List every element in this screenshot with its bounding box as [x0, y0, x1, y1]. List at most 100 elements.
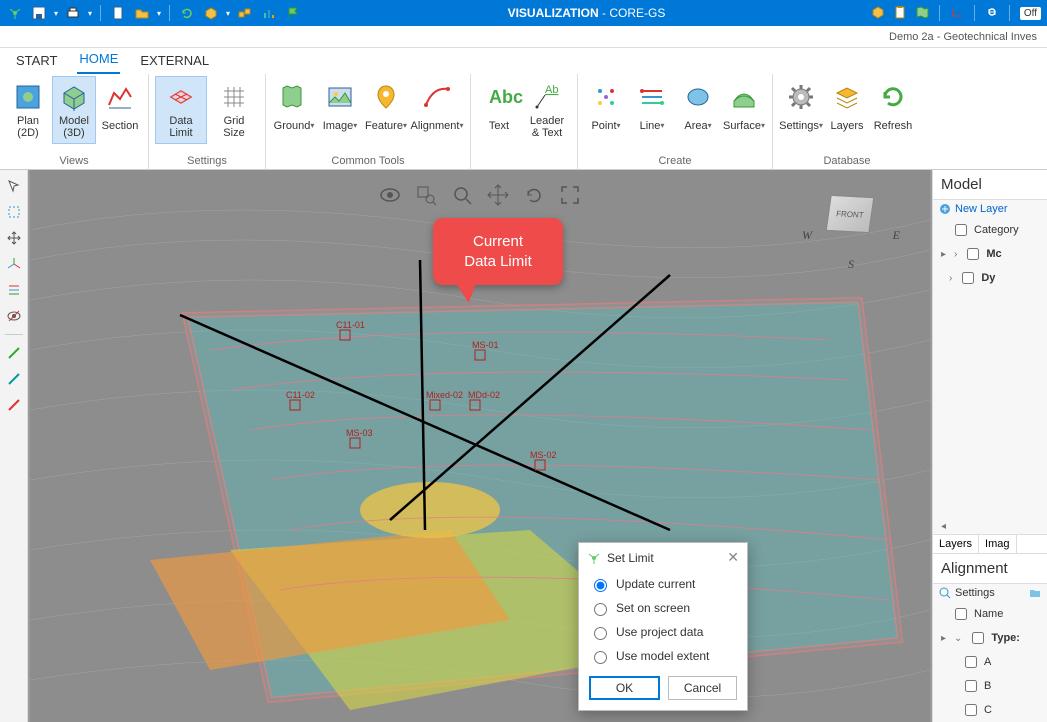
- orbit-icon[interactable]: [521, 182, 547, 208]
- refresh-icon[interactable]: [178, 4, 196, 22]
- line-teal-icon[interactable]: [4, 369, 24, 389]
- section-button[interactable]: Section: [98, 76, 142, 142]
- clipboard-icon[interactable]: [893, 5, 907, 22]
- image-button[interactable]: Image▾: [318, 76, 362, 142]
- model-3d-icon: [58, 81, 90, 113]
- tab-images[interactable]: Imag: [979, 535, 1016, 553]
- alignment-panel-title: Alignment: [933, 554, 1047, 584]
- cancel-button[interactable]: Cancel: [668, 676, 737, 700]
- svg-text:Abc: Abc: [489, 87, 523, 107]
- zoom-icon[interactable]: [449, 182, 475, 208]
- area-button[interactable]: Area▾: [676, 76, 720, 142]
- group-common-tools: Ground▾ Image▾ Feature▾ Alignment▾ Commo…: [266, 74, 471, 169]
- data-limit-button[interactable]: Data Limit: [155, 76, 207, 144]
- ribbon-tabs: START HOME EXTERNAL: [0, 48, 1047, 74]
- close-icon[interactable]: ✕: [727, 549, 739, 566]
- type-c-row[interactable]: C: [933, 698, 1047, 722]
- open-folder-icon[interactable]: [133, 4, 151, 22]
- opt-set-on-screen[interactable]: Set on screen: [579, 596, 747, 620]
- app-icon[interactable]: [6, 4, 24, 22]
- nav-cube[interactable]: FRONT W E S: [806, 188, 896, 278]
- print-icon[interactable]: [64, 4, 82, 22]
- titlebar: ▾ ▾ ▾ ▾ VISUALIZATION - CORE-GS Off: [0, 0, 1047, 26]
- viewport-3d[interactable]: C11-01 MS-01 C11-02 Mixed-02 MDd-02 MS-0…: [28, 170, 932, 722]
- chart-icon[interactable]: [260, 4, 278, 22]
- opt-use-model-extent[interactable]: Use model extent: [579, 644, 747, 668]
- svg-text:MS-01: MS-01: [472, 340, 499, 350]
- list-icon[interactable]: [4, 280, 24, 300]
- move-icon[interactable]: [4, 228, 24, 248]
- pan-icon[interactable]: [485, 182, 511, 208]
- name-row[interactable]: Name: [933, 602, 1047, 626]
- save-icon[interactable]: [30, 4, 48, 22]
- grid-size-icon: [218, 81, 250, 113]
- tab-external[interactable]: EXTERNAL: [138, 49, 211, 74]
- ground-button[interactable]: Ground▾: [272, 76, 316, 142]
- plus-icon: [939, 203, 951, 215]
- right-panels: Model New Layer Category ▸›Mc ›Dy ◂ Laye…: [932, 170, 1047, 722]
- grid-size-button[interactable]: Grid Size: [209, 76, 259, 144]
- cursor-icon[interactable]: [4, 176, 24, 196]
- group-database: Settings▾ Layers Refresh Database: [773, 74, 921, 169]
- compass-s[interactable]: S: [848, 257, 854, 272]
- map-icon[interactable]: [915, 5, 929, 22]
- dy-row[interactable]: ›Dy: [933, 266, 1047, 290]
- ok-button[interactable]: OK: [589, 676, 660, 700]
- layers-button[interactable]: Layers: [825, 76, 869, 142]
- group-create: Point▾ Line▾ Area▾ Surface▾ Create: [578, 74, 773, 169]
- ribbon: Plan (2D) Model (3D) Section Views Data …: [0, 74, 1047, 170]
- axes-3d-icon[interactable]: [4, 254, 24, 274]
- compass-w[interactable]: W: [802, 228, 812, 243]
- text-button[interactable]: Abc Text: [477, 76, 521, 142]
- boxes-icon[interactable]: [236, 4, 254, 22]
- leader-text-button[interactable]: Ab Leader & Text: [523, 76, 571, 144]
- data-limit-icon: [165, 81, 197, 113]
- line-green-icon[interactable]: [4, 343, 24, 363]
- type-row[interactable]: ▸⌄Type:: [933, 626, 1047, 650]
- model-panel-tabs: Layers Imag: [933, 534, 1047, 554]
- image-icon: [324, 81, 356, 113]
- dialog-title: Set Limit ✕: [579, 543, 747, 572]
- mc-row[interactable]: ▸›Mc: [933, 242, 1047, 266]
- type-a-row[interactable]: A: [933, 650, 1047, 674]
- select-rect-icon[interactable]: [4, 202, 24, 222]
- area-icon: [682, 81, 714, 113]
- category-row[interactable]: Category: [933, 218, 1047, 242]
- eye-off-icon[interactable]: [4, 306, 24, 326]
- zoom-window-icon[interactable]: [413, 182, 439, 208]
- db-settings-button[interactable]: Settings▾: [779, 76, 823, 142]
- package-icon[interactable]: [871, 5, 885, 22]
- opt-use-project-data[interactable]: Use project data: [579, 620, 747, 644]
- alignment-button[interactable]: Alignment▾: [410, 76, 464, 142]
- tab-home[interactable]: HOME: [77, 47, 120, 74]
- fullscreen-icon[interactable]: [557, 182, 583, 208]
- opt-update-current[interactable]: Update current: [579, 572, 747, 596]
- type-b-row[interactable]: B: [933, 674, 1047, 698]
- line-button[interactable]: Line▾: [630, 76, 674, 142]
- axes-icon[interactable]: [950, 5, 964, 22]
- group-text: Abc Text Ab Leader & Text: [471, 74, 578, 169]
- surface-button[interactable]: Surface▾: [722, 76, 766, 142]
- eye-icon[interactable]: [377, 182, 403, 208]
- new-file-icon[interactable]: [109, 4, 127, 22]
- flag-icon[interactable]: [284, 4, 302, 22]
- tab-layers[interactable]: Layers: [933, 535, 979, 553]
- align-settings-button[interactable]: Settings: [933, 584, 1047, 602]
- model-3d-button[interactable]: Model (3D): [52, 76, 96, 144]
- point-button[interactable]: Point▾: [584, 76, 628, 142]
- nav-cube-face[interactable]: FRONT: [826, 195, 875, 233]
- compass-e[interactable]: E: [893, 228, 900, 243]
- left-toolbar: [0, 170, 28, 722]
- right-quick-access: Off: [871, 5, 1047, 22]
- plan-2d-button[interactable]: Plan (2D): [6, 76, 50, 144]
- box-icon[interactable]: [202, 4, 220, 22]
- surface-icon: [728, 81, 760, 113]
- tab-start[interactable]: START: [14, 49, 59, 74]
- sync-icon[interactable]: [985, 5, 999, 22]
- refresh-button[interactable]: Refresh: [871, 76, 915, 142]
- line-red-icon[interactable]: [4, 395, 24, 415]
- new-layer-button[interactable]: New Layer: [933, 200, 1047, 218]
- svg-text:C11-01: C11-01: [336, 320, 365, 330]
- feature-button[interactable]: Feature▾: [364, 76, 408, 142]
- file-info-bar: Demo 2a - Geotechnical Inves: [0, 26, 1047, 48]
